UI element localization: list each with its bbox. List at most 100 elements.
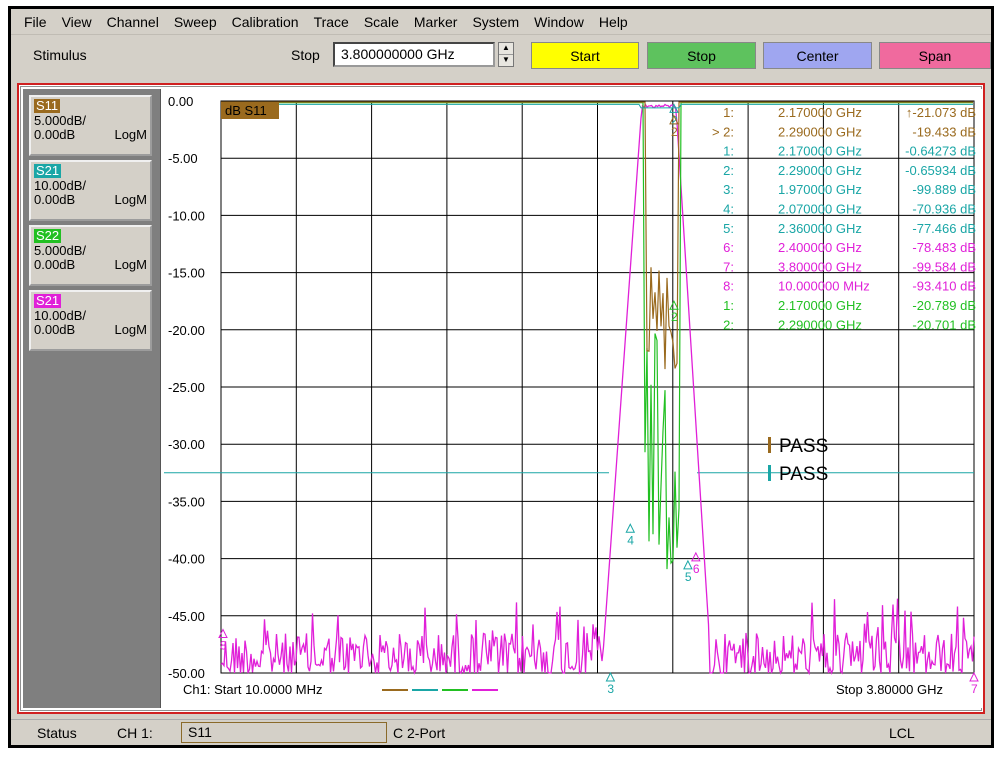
pass-indicator-label: PASS bbox=[779, 436, 828, 457]
status-label: Status bbox=[37, 725, 77, 741]
marker-frequency: 2.170000 GHz bbox=[778, 105, 862, 120]
marker-frequency: 3.800000 GHz bbox=[778, 259, 862, 274]
marker-frequency: 10.000000 MHz bbox=[778, 279, 870, 294]
marker-id: 1: bbox=[723, 105, 734, 120]
analyzer-window: File View Channel Sweep Calibration Trac… bbox=[8, 6, 994, 748]
menu-scale[interactable]: Scale bbox=[363, 13, 400, 31]
status-bar: Status CH 1: S11 C 2-Port LCL bbox=[11, 719, 991, 745]
menu-window[interactable]: Window bbox=[533, 13, 585, 31]
marker-id: 4: bbox=[723, 202, 734, 217]
marker-frequency: 2.360000 GHz bbox=[778, 221, 862, 236]
menu-system[interactable]: System bbox=[471, 13, 520, 31]
spin-down-icon[interactable]: ▼ bbox=[499, 55, 513, 67]
trace-format: LogM bbox=[114, 257, 147, 272]
marker-frequency: 2.170000 GHz bbox=[778, 144, 862, 159]
marker-flag-icon bbox=[683, 559, 693, 570]
pass-indicator-label: PASS bbox=[779, 464, 828, 485]
trace-ref: 0.00dB bbox=[34, 192, 76, 207]
pass-indicators: PASS PASS bbox=[768, 436, 828, 485]
trace-scale: 5.000dB/ bbox=[34, 113, 87, 128]
trace-box-s22[interactable]: S22 5.000dB/ 0.00dB LogM bbox=[29, 225, 152, 286]
menu-bar: File View Channel Sweep Calibration Trac… bbox=[11, 9, 991, 35]
trace-ref: 0.00dB bbox=[34, 257, 76, 272]
trace-name: S21 bbox=[34, 163, 62, 178]
x-stop-label: Stop 3.80000 GHz bbox=[836, 682, 943, 697]
marker-id: 3: bbox=[723, 182, 734, 197]
trace-format: LogM bbox=[114, 322, 147, 337]
y-tick-label: -35.00 bbox=[168, 494, 205, 509]
marker-value: -0.65934 dB bbox=[905, 163, 976, 178]
trace-format: LogM bbox=[114, 127, 147, 142]
trace-box-s21-b[interactable]: S21 10.00dB/ 0.00dB LogM bbox=[29, 290, 152, 351]
start-button[interactable]: Start bbox=[531, 42, 639, 69]
stop-field-label: Stop bbox=[291, 47, 320, 63]
menu-marker[interactable]: Marker bbox=[413, 13, 459, 31]
marker-flag-label: 2 bbox=[671, 125, 678, 139]
trace-format: LogM bbox=[114, 192, 147, 207]
marker-id: 8: bbox=[723, 279, 734, 294]
marker-flag-icon bbox=[605, 671, 616, 682]
span-button[interactable]: Span bbox=[879, 42, 991, 69]
status-channel: CH 1: bbox=[117, 725, 153, 741]
y-tick-label: -45.00 bbox=[168, 609, 205, 624]
trace-name: S21 bbox=[34, 293, 62, 308]
trace-box-s21[interactable]: S21 10.00dB/ 0.00dB LogM bbox=[29, 160, 152, 221]
marker-value: -77.466 dB bbox=[912, 221, 976, 236]
stimulus-toolbar: Stimulus Stop 3.800000000 GHz ▲ ▼ Start … bbox=[11, 36, 991, 74]
menu-calibration[interactable]: Calibration bbox=[231, 13, 300, 31]
marker-flag-label: 6 bbox=[693, 562, 700, 576]
trace-name: S11 bbox=[34, 98, 61, 113]
menu-help[interactable]: Help bbox=[598, 13, 629, 31]
marker-frequency: 2.290000 GHz bbox=[778, 124, 862, 139]
marker-frequency: 2.070000 GHz bbox=[778, 202, 862, 217]
marker-id: 6: bbox=[723, 240, 734, 255]
spin-up-icon[interactable]: ▲ bbox=[499, 43, 513, 55]
marker-flags: 223456782 bbox=[218, 103, 979, 696]
marker-id: > 2: bbox=[712, 124, 734, 139]
marker-flag-label: 3 bbox=[607, 682, 614, 696]
y-tick-label: -50.00 bbox=[168, 666, 205, 681]
marker-flag-icon bbox=[691, 551, 701, 562]
measurement-display: S11 5.000dB/ 0.00dB LogM S21 10.00dB/ 0.0… bbox=[17, 83, 985, 714]
center-button[interactable]: Center bbox=[763, 42, 872, 69]
trace-scale: 10.00dB/ bbox=[34, 178, 87, 193]
y-tick-label: -20.00 bbox=[168, 323, 205, 338]
marker-flag-label: 8 bbox=[220, 639, 227, 653]
marker-flag-label: 4 bbox=[627, 533, 634, 547]
status-lcl: LCL bbox=[889, 725, 915, 741]
marker-value: -99.584 dB bbox=[912, 259, 976, 274]
marker-value: -93.410 dB bbox=[912, 279, 976, 294]
trace-plot-svg[interactable]: 0.00 -5.00 -10.00 -15.00 -20.00 -25.00 -30.00 -… bbox=[164, 89, 983, 708]
menu-channel[interactable]: Channel bbox=[106, 13, 160, 31]
y-axis-labels: 0.00 -5.00 -10.00 -15.00 -20.00 -25.00 -30.00 -… bbox=[168, 94, 205, 681]
stimulus-label: Stimulus bbox=[33, 47, 87, 63]
trace-name: S22 bbox=[34, 228, 62, 243]
pass-indicator-bar bbox=[768, 437, 771, 453]
trace-box-s11[interactable]: S11 5.000dB/ 0.00dB LogM bbox=[29, 95, 152, 156]
y-tick-label: -10.00 bbox=[168, 208, 205, 223]
marker-value: ↑-21.073 dB bbox=[906, 105, 976, 120]
marker-readout-table: 1: 2.170000 GHz ↑-21.073 dB > 2: 2.290000 GH… bbox=[712, 105, 976, 332]
menu-trace[interactable]: Trace bbox=[313, 13, 350, 31]
marker-value: -99.889 dB bbox=[912, 182, 976, 197]
trace-plot[interactable]: 0.00 -5.00 -10.00 -15.00 -20.00 -25.00 -30.00 -… bbox=[164, 89, 983, 708]
stop-frequency-spinner[interactable]: ▲ ▼ bbox=[498, 42, 514, 67]
stop-button[interactable]: Stop bbox=[647, 42, 756, 69]
menu-file[interactable]: File bbox=[23, 13, 48, 31]
x-start-label: Ch1: Start 10.0000 MHz bbox=[183, 682, 322, 697]
marker-id: 2: bbox=[723, 163, 734, 178]
status-active-trace[interactable]: S11 bbox=[181, 722, 387, 743]
trace-scale: 5.000dB/ bbox=[34, 243, 87, 258]
status-port-mode: C 2-Port bbox=[393, 725, 446, 741]
marker-value: -70.936 dB bbox=[912, 202, 976, 217]
menu-view[interactable]: View bbox=[61, 13, 93, 31]
marker-frequency: 2.290000 GHz bbox=[778, 163, 862, 178]
y-tick-label: -5.00 bbox=[168, 151, 198, 166]
marker-value: -19.433 dB bbox=[912, 124, 976, 139]
pass-indicator-bar bbox=[768, 465, 771, 481]
marker-id: 1: bbox=[723, 144, 734, 159]
y-tick-label: -25.00 bbox=[168, 380, 205, 395]
stop-frequency-input[interactable]: 3.800000000 GHz bbox=[333, 42, 495, 67]
marker-flag-label: 7 bbox=[971, 682, 978, 696]
menu-sweep[interactable]: Sweep bbox=[173, 13, 218, 31]
